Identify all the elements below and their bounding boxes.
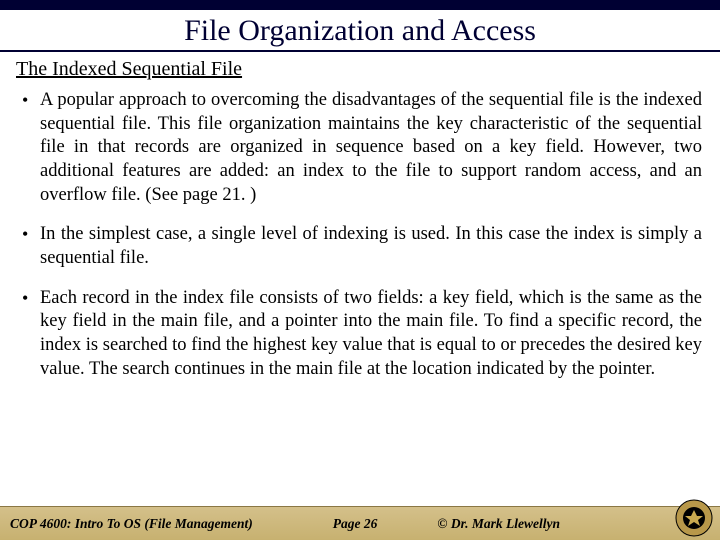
bullet-item: In the simplest case, a single level of … — [18, 223, 702, 270]
title-rule — [0, 50, 720, 52]
bullet-list: A popular approach to overcoming the dis… — [18, 89, 702, 381]
slide-title: File Organization and Access — [0, 14, 720, 48]
ucf-logo-icon — [674, 498, 714, 538]
slide-subtitle: The Indexed Sequential File — [16, 58, 720, 81]
slide-footer: COP 4600: Intro To OS (File Management) … — [0, 506, 720, 540]
footer-author: © Dr. Mark Llewellyn — [437, 516, 560, 532]
bullet-item: Each record in the index file consists o… — [18, 287, 702, 382]
slide: File Organization and Access The Indexed… — [0, 0, 720, 540]
bullet-item: A popular approach to overcoming the dis… — [18, 89, 702, 207]
slide-content: A popular approach to overcoming the dis… — [0, 89, 720, 506]
footer-course: COP 4600: Intro To OS (File Management) — [10, 516, 253, 532]
footer-page: Page 26 — [333, 516, 378, 532]
